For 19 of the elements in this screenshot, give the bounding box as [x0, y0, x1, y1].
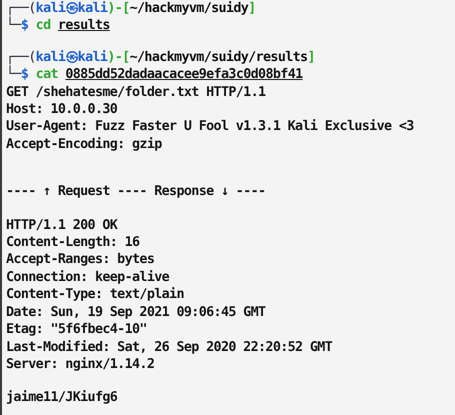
- output-line: HTTP/1.1 200 OK: [6, 216, 118, 234]
- output-line: Accept-Ranges: bytes: [6, 251, 154, 269]
- prompt-line: ┌──(kali㉿kali)-[~/hackmyvm/suidy/results]: [6, 48, 315, 66]
- output-line: Date: Sun, 19 Sep 2021 09:06:45 GMT: [6, 304, 266, 322]
- output-line: Accept-Encoding: gzip: [6, 136, 162, 154]
- output-line: jaime11/JKiufg6: [6, 389, 118, 407]
- prompt-line: ┌──(kali㉿kali)-[~/hackmyvm/suidy]: [6, 0, 256, 16]
- output-line: GET /shehatesme/folder.txt HTTP/1.1: [6, 84, 266, 102]
- output-line: Content-Length: 16: [6, 234, 140, 252]
- output-line: Content-Type: text/plain: [6, 286, 184, 304]
- output-line: User-Agent: Fuzz Faster U Fool v1.3.1 Kali Exclusive <3: [6, 118, 414, 136]
- output-line: Etag: "5f6fbec4-10": [6, 321, 147, 338]
- output-line: Connection: keep-alive: [6, 268, 170, 286]
- output-line: Host: 10.0.0.30: [6, 101, 118, 118]
- separator-line: ---- ↑ Request ---- Response ↓ ----: [6, 183, 266, 201]
- output-line: Last-Modified: Sat, 26 Sep 2020 22:20:52 GMT: [6, 338, 332, 356]
- command-line: └─$ cd results: [6, 17, 110, 35]
- output-line: Server: nginx/1.14.2: [6, 356, 154, 374]
- command-line: └─$ cat 0885dd52dadaacacee9efa3c0d08bf41: [6, 66, 303, 84]
